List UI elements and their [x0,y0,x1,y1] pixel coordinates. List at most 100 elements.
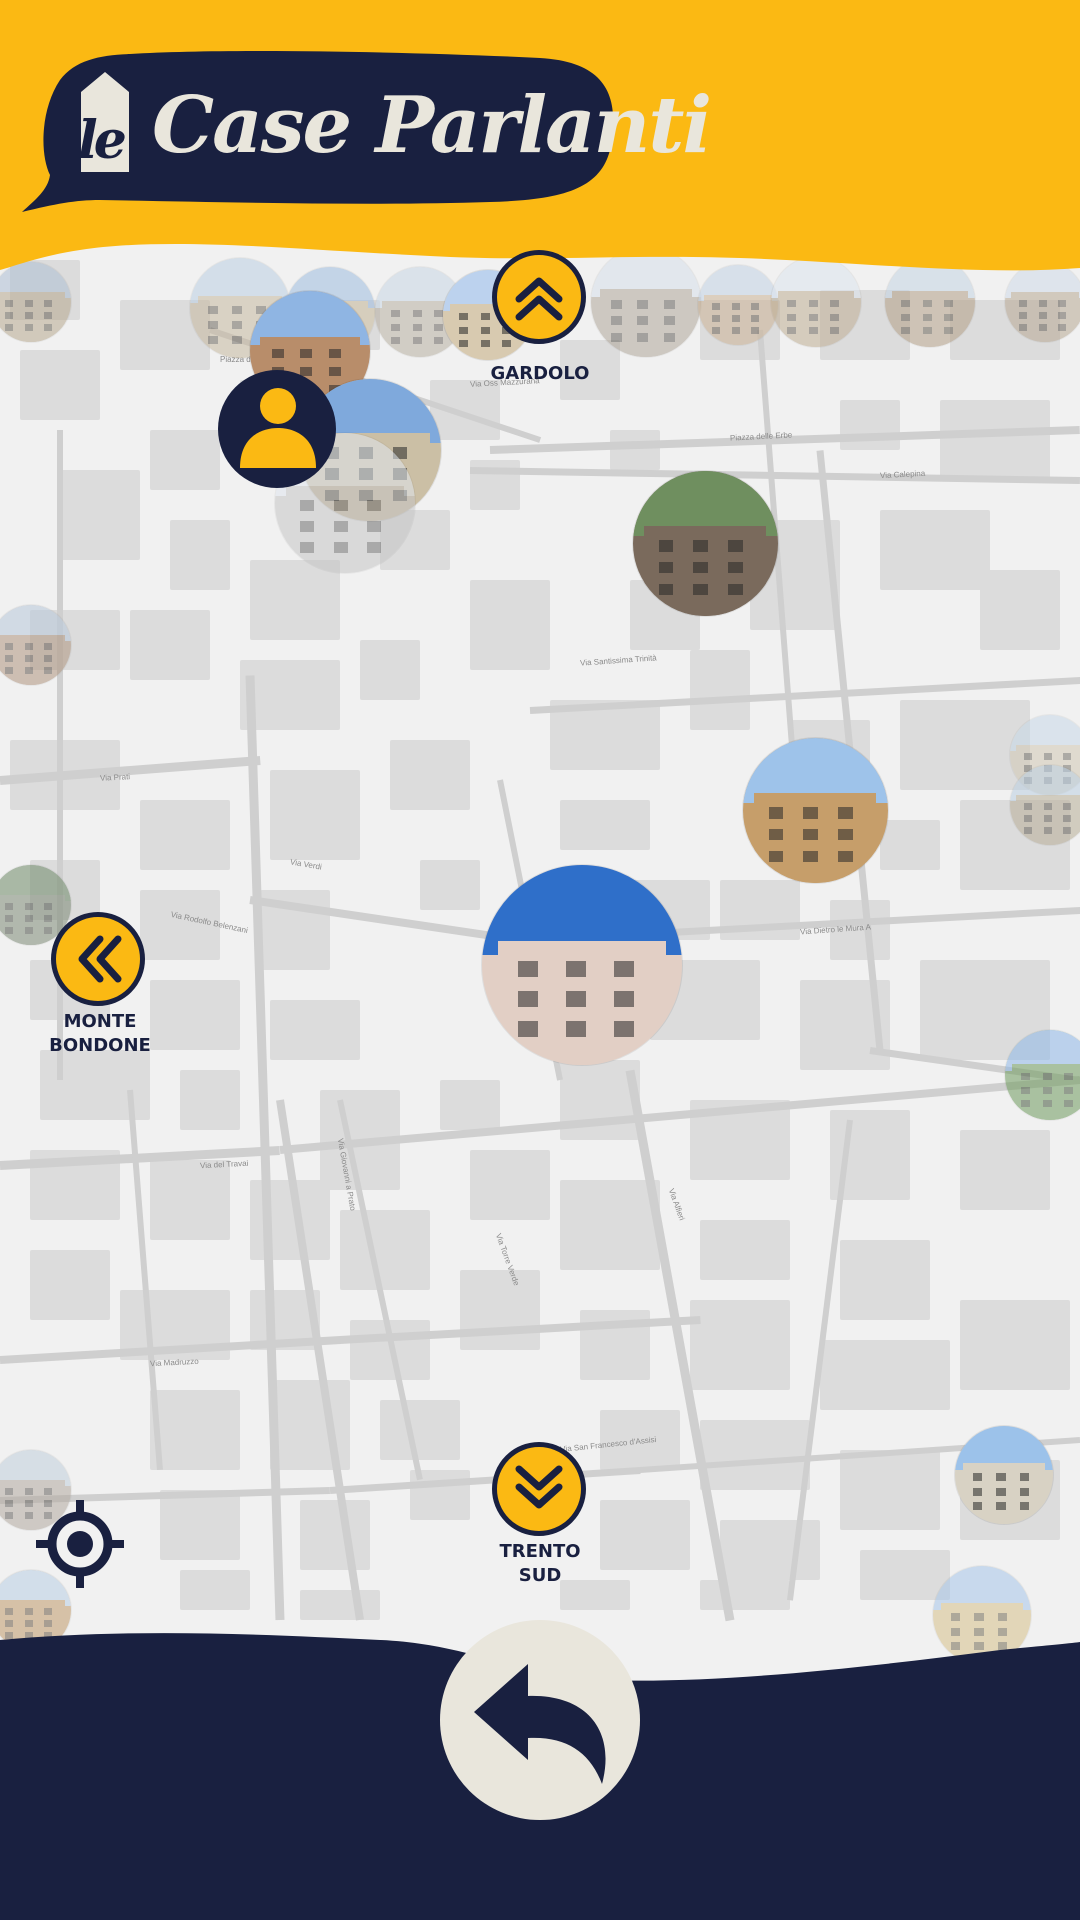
photo-window [944,300,954,308]
photo-window [1038,300,1047,307]
photo-window [808,300,818,308]
poi-photo-marker[interactable] [1010,765,1080,845]
photo-window [566,1021,586,1037]
photo-window [901,327,911,335]
photo-window [610,299,622,309]
photo-window [728,540,743,552]
photo-window [43,643,52,650]
photo-window [637,332,649,342]
building-block [30,1250,110,1320]
photo-window [24,903,33,910]
photo-window [1042,1100,1052,1108]
photo-window [610,332,622,342]
photo-window [1021,1086,1031,1094]
building-block [270,1000,360,1060]
road-segment [127,1089,163,1471]
north-destination-label: GARDOLO [490,363,590,384]
photo-window [43,655,52,662]
photo-window [803,828,818,841]
building-block [390,740,470,810]
photo-window [43,1608,52,1615]
user-location-button[interactable] [218,370,336,488]
photo-window [1057,300,1066,307]
building-block [720,1520,820,1580]
photo-window [333,521,348,533]
photo-window [208,336,218,344]
photo-window [637,316,649,326]
photo-window [1024,753,1033,760]
photo-window [300,500,315,512]
locate-me-button[interactable] [32,1496,128,1592]
photo-window [24,1488,33,1495]
photo-window [5,915,14,922]
photo-window [333,542,348,554]
photo-window [24,312,33,319]
poi-photo-marker[interactable] [742,737,888,883]
photo-window [43,312,52,319]
road-segment [329,1466,641,1494]
photo-window [1038,312,1047,319]
photo-window [434,337,444,345]
photo-window [768,807,784,819]
photo-window [830,313,840,321]
building-block [460,1270,540,1350]
photo-window [1042,1086,1052,1094]
street-name-label: Via Santissima Trinità [579,653,658,668]
building-block [690,650,750,730]
poi-photo-marker[interactable] [632,470,778,616]
photo-window [768,828,784,841]
photo-window [459,340,469,348]
photo-window [658,540,674,552]
photo-window [5,655,14,662]
photo-window [1043,803,1052,810]
poi-photo-marker[interactable] [955,1426,1053,1524]
navigate-north-button[interactable] [492,250,586,344]
navigate-west-button[interactable] [51,912,145,1006]
photo-window [459,313,469,321]
building-block [300,1590,380,1620]
photo-window [391,310,401,318]
navigate-south-button[interactable] [492,1442,586,1536]
street-name-label: Via Alfieri [666,1187,687,1222]
photo-window [901,313,911,321]
building-block [820,1340,950,1410]
building-block [150,1390,240,1470]
photo-window [43,915,52,922]
photo-window [663,332,675,342]
photo-window [43,1488,52,1495]
building-block [20,350,100,420]
photo-window [768,850,784,863]
photo-window [5,927,14,934]
photo-window [5,312,14,319]
logo-title: Case Parlanti [152,80,712,171]
photo-window [1019,324,1028,331]
photo-window [43,667,52,674]
poi-photo-marker[interactable] [1005,1030,1080,1120]
poi-photo-marker[interactable] [0,605,71,685]
photo-window [5,667,14,674]
building-block [360,640,420,700]
building-block [180,1070,240,1130]
photo-window [996,1473,1006,1481]
photo-window [731,315,740,322]
building-block [560,1180,660,1270]
building-block [130,610,210,680]
double-chevron-up-icon [515,277,563,321]
photo-window [566,961,586,977]
photo-window [731,303,740,310]
photo-window [1019,1487,1030,1496]
photo-window [300,521,315,533]
photo-window [24,1608,33,1615]
photo-window [614,961,634,977]
west-label-line2: BONDONE [49,1035,151,1056]
photo-window [750,303,759,310]
building-block [560,800,650,850]
street-name-label: Via Prati [99,772,131,783]
photo-window [838,850,853,863]
building-block [150,1160,230,1240]
poi-photo-marker[interactable] [482,865,682,1065]
back-button[interactable] [440,1620,640,1820]
photo-window [24,915,33,922]
building-block [700,1580,790,1610]
photo-window [5,1512,14,1519]
